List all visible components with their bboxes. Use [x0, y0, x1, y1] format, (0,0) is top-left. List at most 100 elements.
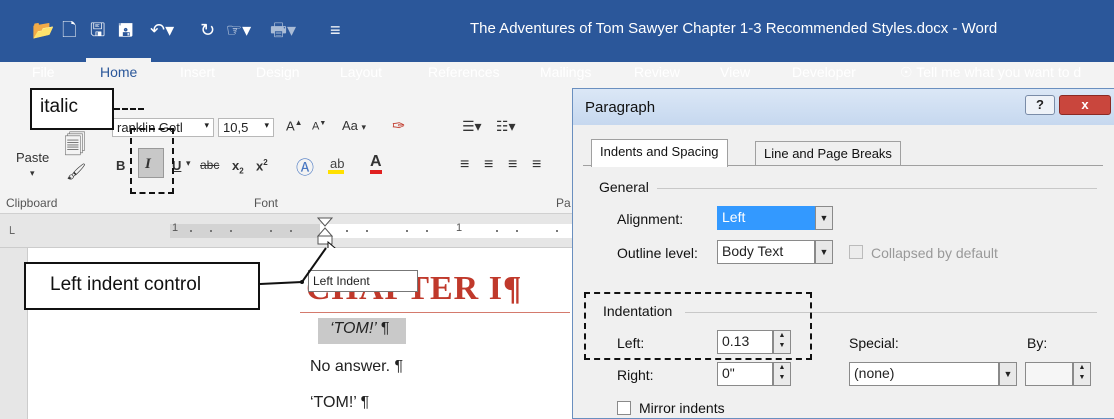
- by-input[interactable]: [1025, 362, 1073, 386]
- customize-qat-icon[interactable]: ≡: [330, 20, 341, 40]
- tab-insert[interactable]: Insert: [180, 64, 215, 80]
- superscript-button[interactable]: x2: [256, 158, 268, 173]
- tab-layout[interactable]: Layout: [340, 64, 382, 80]
- general-section-title: General: [599, 179, 649, 195]
- font-color-icon[interactable]: A: [370, 154, 382, 174]
- paragraph-line[interactable]: ‘TOM!’ ¶: [310, 394, 369, 412]
- close-button[interactable]: x: [1059, 95, 1111, 115]
- outline-level-select[interactable]: Body Text: [717, 240, 815, 264]
- ruler-tick: [516, 230, 518, 232]
- tell-me-text: Tell me what you want to d: [916, 64, 1082, 80]
- by-label: By:: [1027, 335, 1048, 351]
- callout-connector: [114, 108, 144, 110]
- ruler-tick: [556, 230, 558, 232]
- shrink-font-button[interactable]: A▼: [312, 120, 326, 133]
- ruler-tick: [230, 230, 232, 232]
- align-center-icon[interactable]: ≡: [484, 156, 493, 174]
- indentation-highlight-box: [584, 292, 812, 360]
- alignment-label: Alignment:: [617, 211, 684, 227]
- chevron-down-icon[interactable]: ▼: [815, 206, 833, 230]
- callout-arrow: [259, 247, 327, 285]
- tab-design[interactable]: Design: [256, 64, 300, 80]
- dialog-title: Paragraph: [585, 99, 656, 116]
- paste-button[interactable]: Paste: [16, 150, 49, 165]
- right-indent-input[interactable]: 0": [717, 362, 773, 386]
- alignment-select[interactable]: Left: [717, 206, 815, 230]
- spinner-icon[interactable]: ▲ ▼: [773, 362, 791, 386]
- heading-rule: [300, 312, 570, 313]
- folder-open-icon[interactable]: 📂: [32, 20, 54, 40]
- undo-icon[interactable]: ↶▾: [150, 20, 174, 40]
- change-case-button[interactable]: Aa ▾: [342, 118, 366, 133]
- tab-home[interactable]: Home: [86, 58, 152, 90]
- font-size-box[interactable]: 10,5 ▾: [218, 118, 274, 137]
- special-select[interactable]: (none): [849, 362, 999, 386]
- mirror-indents-checkbox[interactable]: [617, 401, 631, 415]
- ruler-tick: [496, 230, 498, 232]
- chevron-down-icon[interactable]: ▼: [815, 240, 833, 264]
- paragraph-line[interactable]: No answer. ¶: [310, 358, 403, 376]
- numbering-icon[interactable]: ☷▾: [496, 118, 516, 135]
- align-right-icon[interactable]: ≡: [508, 156, 517, 174]
- ruler-number: 1: [456, 222, 463, 234]
- text-effects-icon[interactable]: Ⓐ: [296, 154, 314, 180]
- save-as-icon[interactable]: 🖪: [118, 20, 133, 40]
- bold-button[interactable]: B: [116, 158, 125, 173]
- touch-mode-icon[interactable]: ☞▾: [226, 20, 251, 40]
- ruler-tick: [426, 230, 428, 232]
- italic-highlight-box: [130, 128, 174, 194]
- outline-level-label: Outline level:: [617, 245, 698, 261]
- change-case-label: Aa: [342, 118, 358, 133]
- spinner-icon[interactable]: ▲ ▼: [1073, 362, 1091, 386]
- redo-icon[interactable]: ↻: [200, 20, 215, 40]
- tab-line-page-breaks[interactable]: Line and Page Breaks: [755, 141, 901, 165]
- justify-icon[interactable]: ≡: [532, 156, 541, 174]
- group-font-label: Font: [254, 196, 279, 210]
- clear-formatting-icon[interactable]: ✑: [392, 116, 405, 136]
- chevron-down-icon: ▾: [204, 120, 209, 130]
- grow-font-button[interactable]: A▲: [286, 118, 303, 133]
- underline-dropdown-icon[interactable]: ▾: [186, 158, 191, 169]
- ruler-number: 1: [172, 222, 179, 234]
- mirror-indents-label: Mirror indents: [639, 400, 725, 416]
- tab-developer[interactable]: Developer: [792, 64, 856, 80]
- ruler-tick: [346, 230, 348, 232]
- right-indent-label: Right:: [617, 367, 654, 383]
- tab-references[interactable]: References: [428, 64, 500, 80]
- collapsed-label: Collapsed by default: [871, 245, 998, 261]
- ruler-tick: [366, 230, 368, 232]
- align-left-icon[interactable]: ≡: [460, 156, 469, 174]
- highlight-color-icon[interactable]: ab: [328, 156, 345, 174]
- strikethrough-button[interactable]: abc: [200, 158, 219, 172]
- special-label: Special:: [849, 335, 899, 351]
- chevron-down-icon[interactable]: ▼: [999, 362, 1017, 386]
- help-button[interactable]: ?: [1025, 95, 1055, 115]
- font-size-value: 10,5: [223, 120, 249, 135]
- bullets-icon[interactable]: ☰▾: [462, 118, 482, 135]
- format-painter-icon[interactable]: 🖌: [66, 162, 86, 182]
- collapsed-checkbox[interactable]: [849, 245, 863, 259]
- save-icon[interactable]: 🖫: [90, 20, 105, 40]
- tab-mailings[interactable]: Mailings: [540, 64, 591, 80]
- tab-review[interactable]: Review: [634, 64, 680, 80]
- print-icon[interactable]: 🖶▾: [270, 20, 296, 40]
- tab-selector-icon[interactable]: └: [6, 226, 15, 240]
- grow-font-label: A: [286, 118, 295, 134]
- italic-callout: italic: [30, 88, 114, 130]
- paragraph-line[interactable]: ‘TOM!’ ¶: [330, 320, 389, 338]
- tab-view[interactable]: View: [720, 64, 750, 80]
- lightbulb-icon: ☉: [900, 64, 913, 80]
- paste-dropdown-icon[interactable]: ▾: [30, 168, 35, 179]
- ruler-tick: [290, 230, 292, 232]
- ruler-tick: [270, 230, 272, 232]
- tell-me-box[interactable]: ☉ Tell me what you want to d: [900, 64, 1081, 81]
- subscript-button[interactable]: x2: [232, 158, 244, 176]
- title-bar: 📂 🗋 🖫 🖪 ↶▾ ↻ ☞▾ 🖶▾ ≡ The Adventures of T…: [0, 0, 1114, 90]
- new-document-icon[interactable]: 🗋: [62, 20, 76, 40]
- ruler-tick: [210, 230, 212, 232]
- copy-icon[interactable]: 🗐: [64, 128, 86, 166]
- ruler-margin: [170, 224, 320, 238]
- tab-indents-spacing[interactable]: Indents and Spacing: [591, 139, 728, 167]
- document-title: The Adventures of Tom Sawyer Chapter 1-3…: [470, 20, 998, 37]
- tab-file[interactable]: File: [32, 64, 55, 80]
